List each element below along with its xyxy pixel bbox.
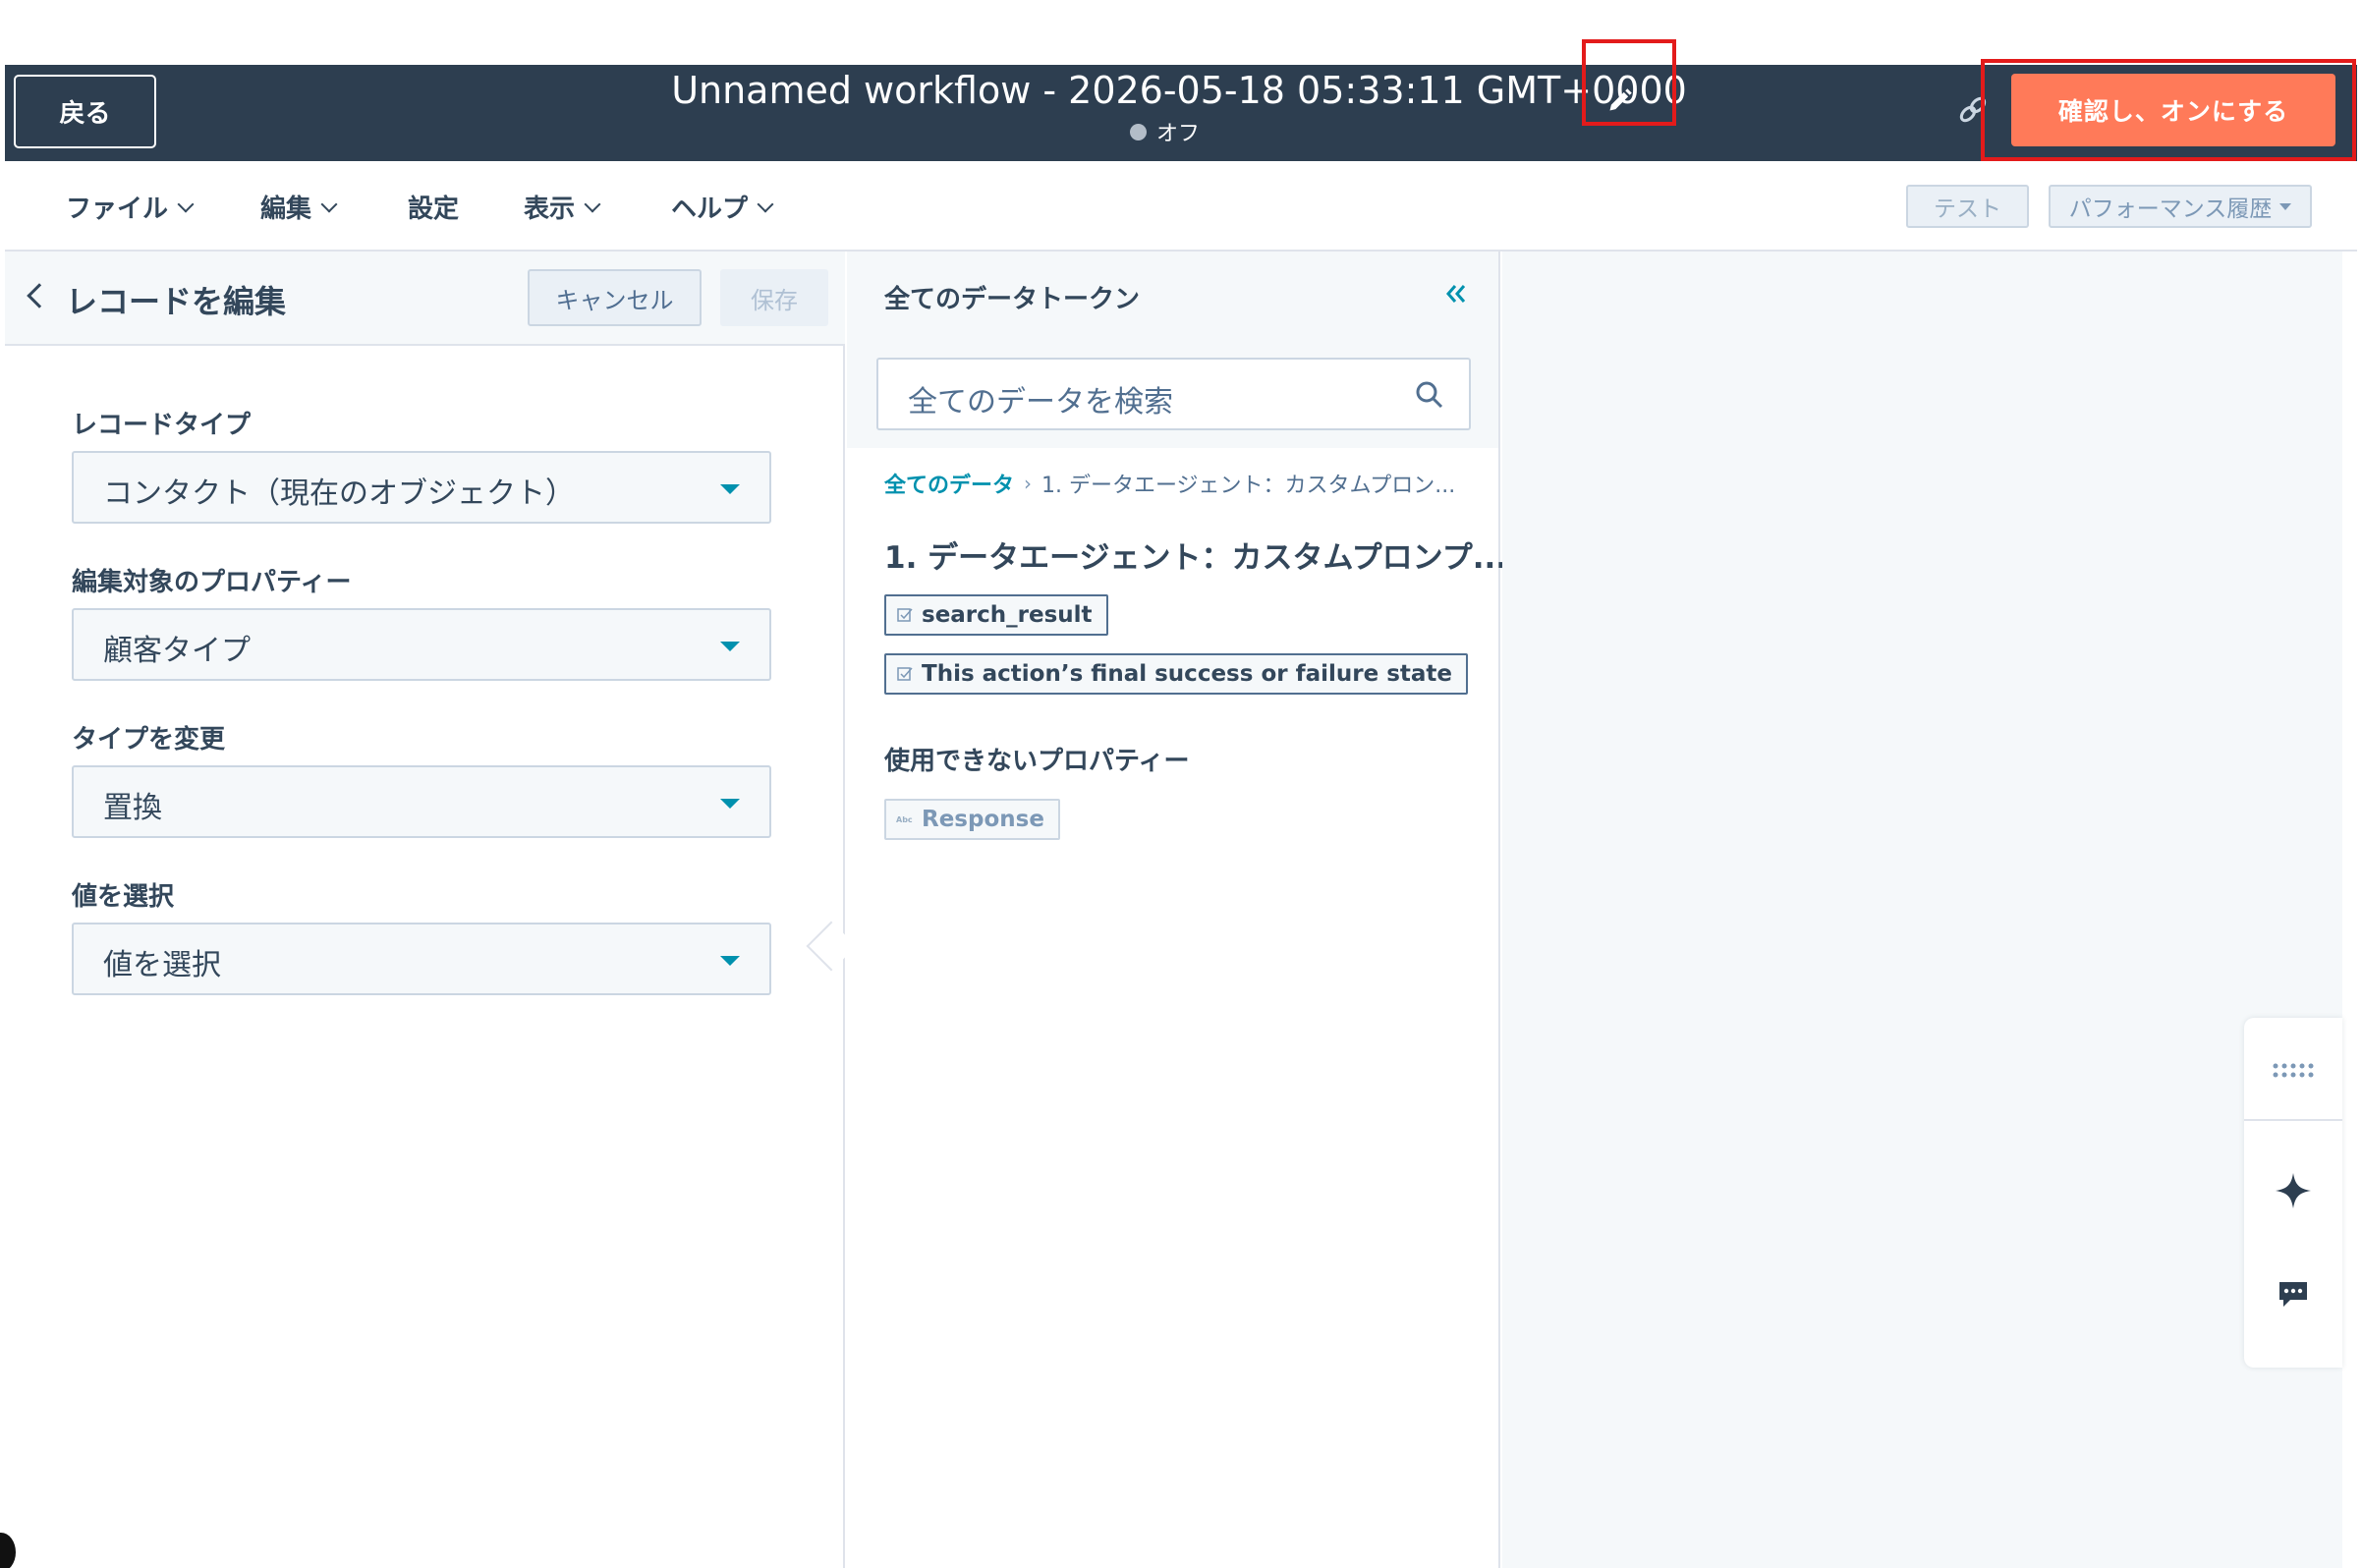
data-tokens-title: 全てのデータトークン <box>884 285 1141 314</box>
unavailable-properties-title: 使用できないプロパティー <box>884 747 1190 776</box>
menu-settings[interactable]: 設定 <box>408 189 459 225</box>
chevron-down-icon <box>757 196 774 212</box>
data-tokens-panel: 全てのデータトークン 全てのデータを検索 全てのデータ › 1. データエージェ… <box>847 252 1507 1568</box>
property-label: 編集対象のプロパティー <box>72 568 352 597</box>
search-placeholder: 全てのデータを検索 <box>908 385 1173 420</box>
status-label: オフ <box>1156 122 1201 146</box>
save-button[interactable]: 保存 <box>720 269 828 326</box>
window-edge <box>2342 252 2362 1568</box>
grid-dots-icon[interactable] <box>2244 1022 2342 1120</box>
token-label: Response <box>922 807 1044 832</box>
test-button[interactable]: テスト <box>1906 185 2029 228</box>
checkbox-token-icon <box>897 608 913 622</box>
svg-text:Abc: Abc <box>896 815 913 824</box>
pencil-icon[interactable] <box>1597 77 1644 124</box>
right-help-rail <box>2244 1018 2342 1368</box>
status-dot-icon <box>1130 123 1147 140</box>
search-icon <box>1416 381 1443 409</box>
breadcrumb-current: 1. データエージェント：カスタムプロン... <box>1041 474 1456 498</box>
menu-view[interactable]: 表示 <box>524 189 601 225</box>
change-type-label: タイプを変更 <box>72 725 226 755</box>
menu-view-label: 表示 <box>524 195 576 224</box>
chevron-down-icon <box>584 196 601 212</box>
performance-history-button[interactable]: パフォーマンス履歴 <box>2049 185 2312 228</box>
caret-down-icon <box>720 642 740 651</box>
breadcrumb-root-link[interactable]: 全てのデータ <box>884 468 1014 499</box>
property-value: 顧客タイプ <box>103 634 251 668</box>
caret-down-icon <box>2279 202 2292 210</box>
caret-down-icon <box>720 956 740 966</box>
menu-edit-label: 編集 <box>260 195 312 224</box>
chevron-left-icon[interactable] <box>27 283 52 308</box>
workflow-title-text: Unnamed workflow - 2026-05-18 05:33:11 G… <box>671 69 1687 112</box>
menu-file[interactable]: ファイル <box>66 189 195 225</box>
token-response-disabled: Abc Response <box>884 799 1060 840</box>
workflow-header: 戻る Unnamed workflow - 2026-05-18 05:33:1… <box>5 65 2357 161</box>
workflow-title[interactable]: Unnamed workflow - 2026-05-18 05:33:11 G… <box>5 69 2357 112</box>
menu-help-label: ヘルプ <box>671 195 749 224</box>
panel-title: レコードを編集 <box>66 283 287 320</box>
token-final-state[interactable]: This action’s final success or failure s… <box>884 653 1469 695</box>
edit-record-header: レコードを編集 キャンセル 保存 <box>5 252 845 346</box>
token-label: This action’s final success or failure s… <box>922 661 1453 687</box>
breadcrumb: 全てのデータ › 1. データエージェント：カスタムプロン... <box>884 468 1455 499</box>
change-type-value: 置換 <box>103 791 162 825</box>
link-icon[interactable] <box>1955 92 1991 128</box>
property-select[interactable]: 顧客タイプ <box>72 608 771 681</box>
menu-bar: ファイル 編集 設定 表示 ヘルプ テスト パフォーマンス履歴 <box>5 161 2357 252</box>
token-search-result[interactable]: search_result <box>884 594 1108 636</box>
record-type-select[interactable]: コンタクト（現在のオブジェクト） <box>72 451 771 524</box>
chevron-down-icon <box>177 196 195 212</box>
workflow-status: オフ <box>1130 116 1200 147</box>
value-select[interactable]: 値を選択 <box>72 923 771 995</box>
text-type-icon: Abc <box>896 815 913 824</box>
menu-file-label: ファイル <box>66 195 169 224</box>
caret-down-icon <box>720 799 740 809</box>
record-type-label: レコードタイプ <box>72 411 252 440</box>
chevron-down-icon <box>320 196 338 212</box>
data-search-input[interactable]: 全てのデータを検索 <box>876 358 1471 430</box>
edit-record-panel: レコードを編集 キャンセル 保存 レコードタイプ コンタクト（現在のオブジェクト… <box>5 252 845 1568</box>
confirm-turn-on-button[interactable]: 確認し、オンにする <box>2011 74 2335 146</box>
menu-edit[interactable]: 編集 <box>260 189 338 225</box>
menu-settings-label: 設定 <box>408 195 460 224</box>
double-chevron-left-icon[interactable] <box>1441 279 1471 308</box>
chat-icon[interactable] <box>2244 1246 2342 1344</box>
cancel-button[interactable]: キャンセル <box>528 269 702 326</box>
token-group-title: 1. データエージェント：カスタムプロンプ... <box>884 540 1508 576</box>
change-type-select[interactable]: 置換 <box>72 765 771 838</box>
rail-divider <box>2244 1119 2342 1121</box>
data-tokens-header: 全てのデータトークン 全てのデータを検索 <box>847 252 1498 448</box>
token-label: search_result <box>922 602 1093 628</box>
value-select-placeholder: 値を選択 <box>103 948 221 982</box>
performance-history-label: パフォーマンス履歴 <box>2068 196 2273 222</box>
chevron-right-icon: › <box>1024 472 1033 495</box>
caret-down-icon <box>720 484 740 494</box>
checkbox-token-icon <box>897 667 913 681</box>
select-value-label: 値を選択 <box>72 882 175 912</box>
menu-help[interactable]: ヘルプ <box>671 189 774 225</box>
workflow-canvas[interactable] <box>1502 252 2342 1568</box>
record-type-value: コンタクト（現在のオブジェクト） <box>103 476 575 511</box>
sparkle-icon[interactable] <box>2244 1142 2342 1240</box>
